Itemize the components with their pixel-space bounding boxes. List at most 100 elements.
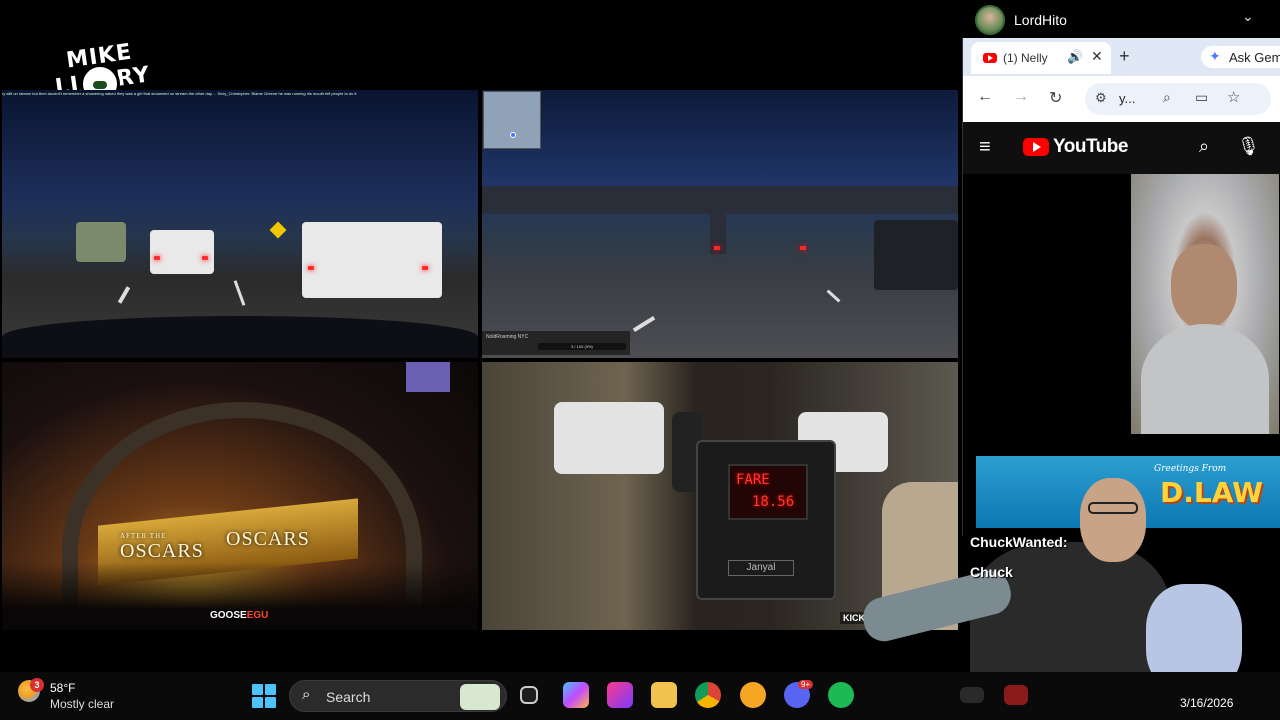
avatar[interactable] [975, 5, 1005, 35]
start-pane [265, 697, 276, 708]
sunny-app-icon[interactable] [740, 682, 766, 708]
tab-title: (1) Nelly [1003, 51, 1048, 65]
tow-truck [76, 222, 126, 262]
taskbar: 3 58°F Mostly clear ⌕ Search 9+ 3/16/202… [0, 672, 1280, 720]
weather-temperature[interactable]: 58°F [50, 681, 75, 695]
weather-badge: 3 [30, 678, 44, 692]
back-arrow-icon[interactable]: ← [977, 88, 993, 106]
white-car [554, 402, 664, 474]
lane-marking [826, 289, 841, 303]
chat-overlay: ry still on stream but then docent't rem… [2, 91, 357, 96]
meter-label: FARE [736, 472, 770, 488]
audio-playing-icon[interactable]: 🔊 [1067, 49, 1083, 65]
stream-caption: NoldRoaming NYC 3 / 100 (3%) [482, 331, 630, 355]
search-icon[interactable]: ⌕ [1199, 136, 1209, 157]
file-explorer-icon[interactable] [651, 682, 677, 708]
youtube-logo-text[interactable]: YouTube [1053, 136, 1128, 158]
picsart-icon[interactable] [607, 682, 633, 708]
forward-arrow-icon[interactable]: → [1013, 88, 1029, 106]
reload-icon[interactable]: ↻ [1049, 88, 1062, 108]
tv-screen [406, 362, 450, 392]
caption-progress: 3 / 100 (3%) [538, 343, 626, 350]
close-icon[interactable]: ✕ [1091, 48, 1103, 65]
bookmark-star-icon[interactable]: ☆ [1227, 88, 1240, 106]
video-tile-oscars[interactable]: AFTER THE OSCARS OSCARS GOOSEEGU [2, 362, 478, 630]
meter-fare: 18.56 [752, 494, 795, 510]
taillight [800, 246, 806, 250]
tab-youtube[interactable]: (1) Nelly 🔊 ✕ [971, 42, 1111, 74]
tab-strip: (1) Nelly 🔊 ✕ + ✦ Ask Gem [963, 38, 1280, 76]
youtube-header: ≡ YouTube ⌕ 🎙 [963, 122, 1280, 174]
profile-name: LordHito [1014, 12, 1067, 28]
youtube-favicon-icon [983, 53, 997, 63]
banner-right-text: OSCARS [226, 528, 310, 550]
zoom-icon[interactable]: ⌕ [1163, 89, 1171, 106]
new-tab-button[interactable]: + [1119, 46, 1130, 67]
ask-gemini-label: Ask Gem [1229, 50, 1280, 65]
taskbar-search[interactable]: ⌕ Search [289, 680, 507, 712]
road-sign-icon [269, 221, 287, 239]
start-pane [252, 684, 263, 695]
meter-brand: Janyal [728, 560, 794, 576]
system-date[interactable]: 3/16/2026 [1180, 696, 1233, 710]
spotify-icon[interactable] [828, 682, 854, 708]
meter-display: FARE 18.56 [728, 464, 808, 520]
streamer-webcam [858, 468, 1242, 702]
discord-badge: 9+ [798, 680, 814, 689]
profile-bar: LordHito ⌄ [962, 0, 1280, 38]
person-face [1171, 244, 1237, 328]
browser-toolbar: ← → ↻ ⚙ y... ⌕ ▭ ☆ [963, 76, 1280, 122]
taillight [154, 256, 160, 260]
copilot-icon[interactable] [563, 682, 589, 708]
caption-channel-name: NoldRoaming NYC [486, 334, 529, 340]
goose-tag-suffix: EGU [246, 610, 269, 621]
car-hood [2, 316, 478, 358]
start-pane [252, 697, 263, 708]
site-settings-icon[interactable]: ⚙ [1095, 90, 1107, 106]
address-text: y... [1119, 91, 1136, 106]
streamer-head [1080, 478, 1146, 562]
ask-gemini-button[interactable]: ✦ Ask Gem [1201, 46, 1280, 68]
lane-marking [117, 286, 131, 304]
recording-app-icon[interactable] [1004, 685, 1028, 705]
goose-tag-label: GOOSE [210, 610, 247, 621]
microphone-icon[interactable]: 🎙 [1237, 136, 1260, 157]
video-tile-overpass[interactable]: NoldRoaming NYC 3 / 100 (3%) [482, 90, 958, 358]
taxi-meter: FARE 18.56 Janyal [696, 440, 836, 600]
minimap [483, 91, 541, 149]
lane-marking [233, 280, 246, 306]
search-icon: ⌕ [302, 686, 311, 703]
glasses-icon [1088, 502, 1138, 514]
start-button[interactable] [252, 684, 276, 708]
overpass [482, 186, 958, 214]
cast-icon[interactable]: ▭ [1195, 89, 1208, 106]
webcam-video[interactable] [1131, 174, 1279, 434]
dark-pickup-truck [874, 220, 958, 290]
lane-marking [632, 315, 656, 333]
video-tile-highway-trucks[interactable] [2, 90, 478, 358]
chrome-icon[interactable] [695, 682, 721, 708]
start-pane [265, 684, 276, 695]
search-label: Search [326, 689, 371, 705]
chat-username: ChuckWanted: [970, 534, 1068, 550]
banner-small-text: AFTER THE [120, 532, 167, 540]
desktop-screen: MIKE LIAORY ry still on stream but then … [0, 0, 1280, 720]
white-pickup-truck [150, 230, 214, 274]
gemini-sparkle-icon: ✦ [1209, 48, 1221, 64]
white-pickup-truck-near [302, 222, 442, 298]
weather-condition[interactable]: Mostly clear [50, 697, 114, 711]
task-view-icon[interactable] [520, 686, 538, 704]
chevron-down-icon[interactable]: ⌄ [1242, 8, 1254, 25]
channel-logo: MIKE LIAORY [28, 14, 174, 104]
taillight [714, 246, 720, 250]
taillight [308, 266, 314, 270]
hamburger-menu-icon[interactable]: ≡ [979, 136, 991, 159]
address-bar[interactable]: ⚙ y... ⌕ ▭ ☆ [1085, 83, 1271, 115]
banner-left-text: OSCARS [120, 540, 204, 562]
taillight [422, 266, 428, 270]
goose-tag: GOOSEEGU [210, 610, 268, 621]
taillight [202, 256, 208, 260]
youtube-logo-icon[interactable] [1023, 138, 1049, 156]
chat-username: Chuck [970, 564, 1013, 580]
srt-app-icon[interactable] [960, 687, 984, 703]
